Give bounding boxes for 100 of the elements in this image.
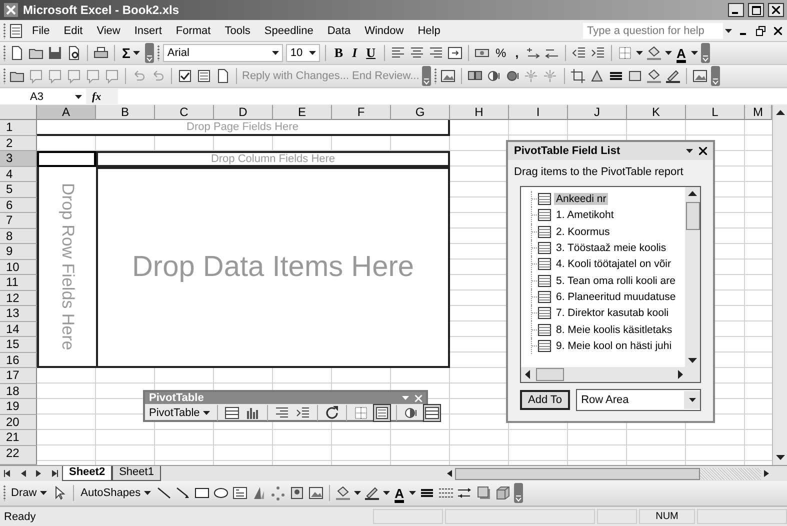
fill-color-icon[interactable]: [334, 485, 351, 501]
row-header[interactable]: 16: [0, 352, 37, 368]
row-header[interactable]: 2: [0, 136, 37, 151]
caret-icon[interactable]: [133, 51, 140, 55]
scroll-down-icon[interactable]: [776, 453, 784, 461]
scroll-down-icon[interactable]: [688, 356, 697, 364]
row-header[interactable]: 7: [0, 213, 37, 228]
always-display-button[interactable]: [372, 404, 391, 422]
column-header[interactable]: M: [745, 105, 772, 120]
reset-picture-icon[interactable]: [692, 68, 708, 84]
row-header[interactable]: 1: [0, 120, 37, 136]
arrow-style-icon[interactable]: [457, 485, 473, 501]
tab-first-icon[interactable]: [4, 470, 12, 477]
caret-icon[interactable]: [636, 51, 643, 55]
diagram-icon[interactable]: [270, 485, 286, 501]
workbook-icon[interactable]: [8, 22, 24, 38]
row-header[interactable]: 22: [0, 446, 37, 465]
text-box-icon[interactable]: [232, 485, 248, 501]
toolbar-options-button[interactable]: [145, 43, 154, 63]
rectangle-icon[interactable]: [194, 485, 210, 501]
toolbar-options-button[interactable]: [700, 43, 710, 63]
menu-item[interactable]: Data: [321, 22, 357, 38]
menu-item[interactable]: Format: [170, 22, 217, 38]
toolbar-options-button[interactable]: [711, 66, 720, 86]
field-list-button[interactable]: [422, 404, 441, 422]
toolbar-options-button[interactable]: [514, 483, 523, 503]
column-header[interactable]: H: [450, 105, 509, 120]
merge-center-icon[interactable]: [446, 45, 463, 61]
column-header[interactable]: L: [686, 105, 745, 120]
sheet-tab[interactable]: Sheet2: [62, 466, 112, 481]
scroll-thumb[interactable]: [536, 368, 564, 381]
comma-button[interactable]: ,: [512, 46, 522, 60]
caret-icon[interactable]: [725, 28, 732, 32]
caret-icon[interactable]: [688, 398, 696, 402]
toolbar-grip[interactable]: [3, 45, 6, 61]
autosum-button[interactable]: Σ: [120, 45, 142, 61]
row-header[interactable]: 21: [0, 430, 37, 446]
formula-field[interactable]: [118, 89, 787, 104]
font-field[interactable]: Arial: [163, 44, 284, 62]
field-item[interactable]: 5. Tean oma rolli kooli are: [554, 274, 678, 287]
less-contrast-icon[interactable]: [505, 68, 522, 84]
increase-decimal-icon[interactable]: [524, 45, 541, 61]
column-header[interactable]: F: [332, 105, 391, 120]
caret-icon[interactable]: [40, 491, 47, 495]
more-contrast-icon[interactable]: [486, 68, 502, 84]
row-header[interactable]: 17: [0, 368, 37, 384]
row-header[interactable]: 13: [0, 306, 37, 322]
row-header[interactable]: 3: [0, 151, 37, 166]
line-color-icon[interactable]: [364, 485, 380, 501]
format-report-button[interactable]: [222, 404, 241, 422]
line-icon[interactable]: [156, 485, 172, 501]
restore-icon[interactable]: [756, 26, 766, 36]
menu-item[interactable]: File: [26, 22, 56, 38]
column-header[interactable]: K: [627, 105, 686, 120]
row-header[interactable]: 5: [0, 182, 37, 198]
caret-icon[interactable]: [382, 491, 390, 495]
arrow-icon[interactable]: [174, 485, 191, 501]
row-header[interactable]: 12: [0, 290, 37, 306]
field-item[interactable]: 4. Kooli töötajatel on võir: [554, 258, 673, 270]
oval-icon[interactable]: [212, 485, 229, 501]
scroll-right-icon[interactable]: [676, 370, 684, 379]
field-item[interactable]: 6. Planeeritud muudatuse: [554, 290, 678, 303]
new-document-icon[interactable]: [9, 45, 25, 61]
pivot-menu-button[interactable]: PivotTable: [147, 407, 212, 419]
column-header[interactable]: J: [568, 105, 627, 120]
scroll-right-icon[interactable]: [763, 470, 769, 477]
column-header[interactable]: C: [155, 105, 214, 120]
field-item[interactable]: 8. Meie koolis käsitletaks: [554, 324, 674, 336]
save-icon[interactable]: [47, 45, 63, 61]
active-cell[interactable]: [37, 151, 96, 166]
row-header[interactable]: 15: [0, 337, 37, 352]
caret-icon[interactable]: [75, 94, 82, 98]
menu-item[interactable]: Speedline: [258, 22, 320, 38]
menu-item[interactable]: Insert: [128, 22, 168, 38]
insert-picture-icon[interactable]: [440, 68, 456, 84]
caret-icon[interactable]: [664, 51, 672, 55]
underline-button[interactable]: U: [363, 45, 379, 61]
document-icon[interactable]: [196, 68, 212, 84]
picture-icon[interactable]: [308, 485, 324, 501]
field-item[interactable]: 1. Ametikoht: [554, 209, 616, 222]
scroll-left-icon[interactable]: [447, 470, 453, 477]
scroll-up-icon[interactable]: [688, 190, 697, 198]
toolbar-grip[interactable]: [157, 45, 160, 61]
field-item[interactable]: 2. Koormus: [554, 226, 612, 238]
font-size-field[interactable]: 10: [286, 44, 320, 62]
font-color-button[interactable]: A: [674, 46, 688, 60]
menu-item[interactable]: Window: [358, 22, 410, 38]
field-item[interactable]: 9. Meie kool on hästi juhi: [554, 340, 674, 352]
tab-next-icon[interactable]: [35, 470, 42, 477]
close-icon[interactable]: [774, 26, 782, 34]
field-item[interactable]: Ankeedi nr: [554, 193, 608, 206]
tab-last-icon[interactable]: [50, 470, 58, 477]
toolbar-grip[interactable]: [3, 485, 6, 501]
minimize-button[interactable]: [728, 3, 744, 17]
caret-icon[interactable]: [202, 411, 210, 415]
sheet-tab[interactable]: Sheet1: [112, 466, 161, 481]
toolbar-options-button[interactable]: [422, 66, 432, 86]
caret-icon[interactable]: [144, 491, 151, 495]
print-preview-icon[interactable]: [66, 45, 82, 61]
menu-item[interactable]: Tools: [218, 22, 256, 38]
